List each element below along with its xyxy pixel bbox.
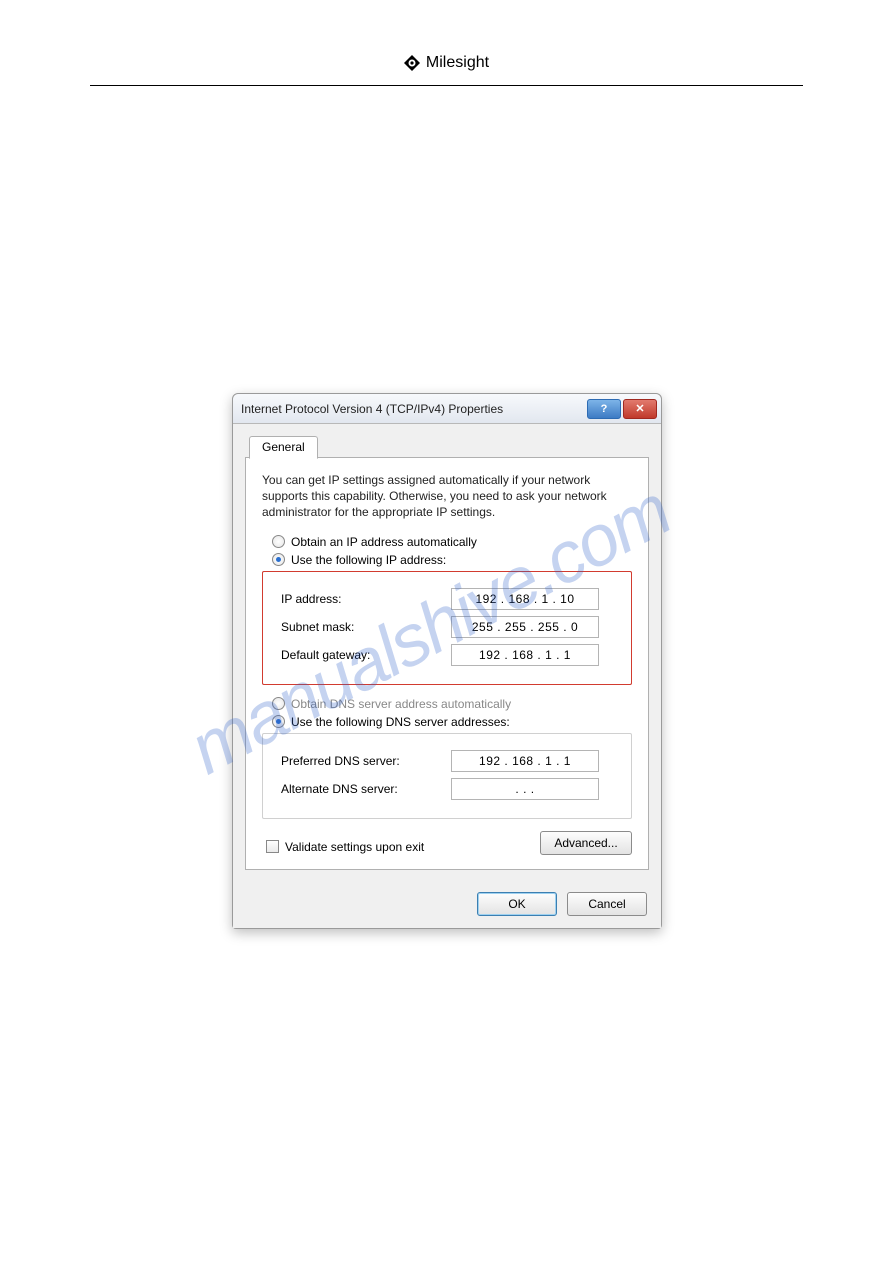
validate-settings-label: Validate settings upon exit	[285, 840, 424, 854]
dialog-title: Internet Protocol Version 4 (TCP/IPv4) P…	[241, 402, 585, 416]
row-alternate-dns: Alternate DNS server: . . .	[281, 778, 617, 800]
radio-use-following-dns[interactable]: Use the following DNS server addresses:	[272, 715, 632, 729]
radio-label: Obtain DNS server address automatically	[291, 697, 511, 711]
ok-button-label: OK	[508, 897, 525, 911]
tab-content: You can get IP settings assigned automat…	[245, 458, 649, 870]
radio-label: Obtain an IP address automatically	[291, 535, 477, 549]
tab-general-label: General	[262, 440, 305, 454]
page-header: Milesight	[90, 54, 803, 86]
radio-label: Use the following DNS server addresses:	[291, 715, 510, 729]
alternate-dns-input[interactable]: . . .	[451, 778, 599, 800]
ip-address-input[interactable]: 192 . 168 . 1 . 10	[451, 588, 599, 610]
radio-obtain-ip-auto[interactable]: Obtain an IP address automatically	[272, 535, 632, 549]
ip-fields-group: IP address: 192 . 168 . 1 . 10 Subnet ma…	[262, 571, 632, 685]
ip-address-label: IP address:	[281, 592, 451, 606]
radio-icon	[272, 697, 285, 710]
dialog-body: General You can get IP settings assigned…	[233, 424, 661, 882]
tab-general[interactable]: General	[249, 436, 318, 459]
brand-text: Milesight	[426, 54, 489, 72]
brand-logo-icon	[404, 55, 420, 71]
dialog-footer: OK Cancel	[233, 882, 661, 928]
radio-icon	[272, 535, 285, 548]
row-preferred-dns: Preferred DNS server: 192 . 168 . 1 . 1	[281, 750, 617, 772]
radio-use-following-ip[interactable]: Use the following IP address:	[272, 553, 632, 567]
close-icon: ✕	[635, 402, 644, 415]
alternate-dns-value: . . .	[515, 782, 534, 796]
subnet-mask-input[interactable]: 255 . 255 . 255 . 0	[451, 616, 599, 638]
cancel-button[interactable]: Cancel	[567, 892, 647, 916]
description-text: You can get IP settings assigned automat…	[262, 472, 632, 521]
preferred-dns-input[interactable]: 192 . 168 . 1 . 1	[451, 750, 599, 772]
radio-label: Use the following IP address:	[291, 553, 446, 567]
alternate-dns-label: Alternate DNS server:	[281, 782, 451, 796]
default-gateway-input[interactable]: 192 . 168 . 1 . 1	[451, 644, 599, 666]
radio-icon	[272, 553, 285, 566]
help-button[interactable]: ?	[587, 399, 621, 419]
default-gateway-label: Default gateway:	[281, 648, 451, 662]
row-default-gateway: Default gateway: 192 . 168 . 1 . 1	[281, 644, 617, 666]
tab-strip: General	[245, 434, 649, 458]
subnet-mask-label: Subnet mask:	[281, 620, 451, 634]
radio-icon	[272, 715, 285, 728]
row-subnet-mask: Subnet mask: 255 . 255 . 255 . 0	[281, 616, 617, 638]
close-button[interactable]: ✕	[623, 399, 657, 419]
bottom-row: Validate settings upon exit Advanced...	[262, 831, 632, 855]
help-icon: ?	[601, 403, 608, 415]
advanced-button-label: Advanced...	[554, 836, 617, 850]
preferred-dns-label: Preferred DNS server:	[281, 754, 451, 768]
checkbox-icon	[266, 840, 279, 853]
row-ip-address: IP address: 192 . 168 . 1 . 10	[281, 588, 617, 610]
brand: Milesight	[404, 54, 489, 72]
titlebar[interactable]: Internet Protocol Version 4 (TCP/IPv4) P…	[233, 394, 661, 424]
tcpip-properties-dialog: Internet Protocol Version 4 (TCP/IPv4) P…	[232, 393, 662, 929]
preferred-dns-value: 192 . 168 . 1 . 1	[479, 754, 571, 768]
dns-fields-group: Preferred DNS server: 192 . 168 . 1 . 1 …	[262, 733, 632, 819]
cancel-button-label: Cancel	[588, 897, 625, 911]
advanced-button[interactable]: Advanced...	[540, 831, 632, 855]
subnet-mask-value: 255 . 255 . 255 . 0	[472, 620, 578, 634]
radio-obtain-dns-auto: Obtain DNS server address automatically	[272, 697, 632, 711]
ok-button[interactable]: OK	[477, 892, 557, 916]
default-gateway-value: 192 . 168 . 1 . 1	[479, 648, 571, 662]
validate-settings-checkbox[interactable]: Validate settings upon exit	[266, 840, 424, 854]
ip-address-value: 192 . 168 . 1 . 10	[475, 592, 574, 606]
